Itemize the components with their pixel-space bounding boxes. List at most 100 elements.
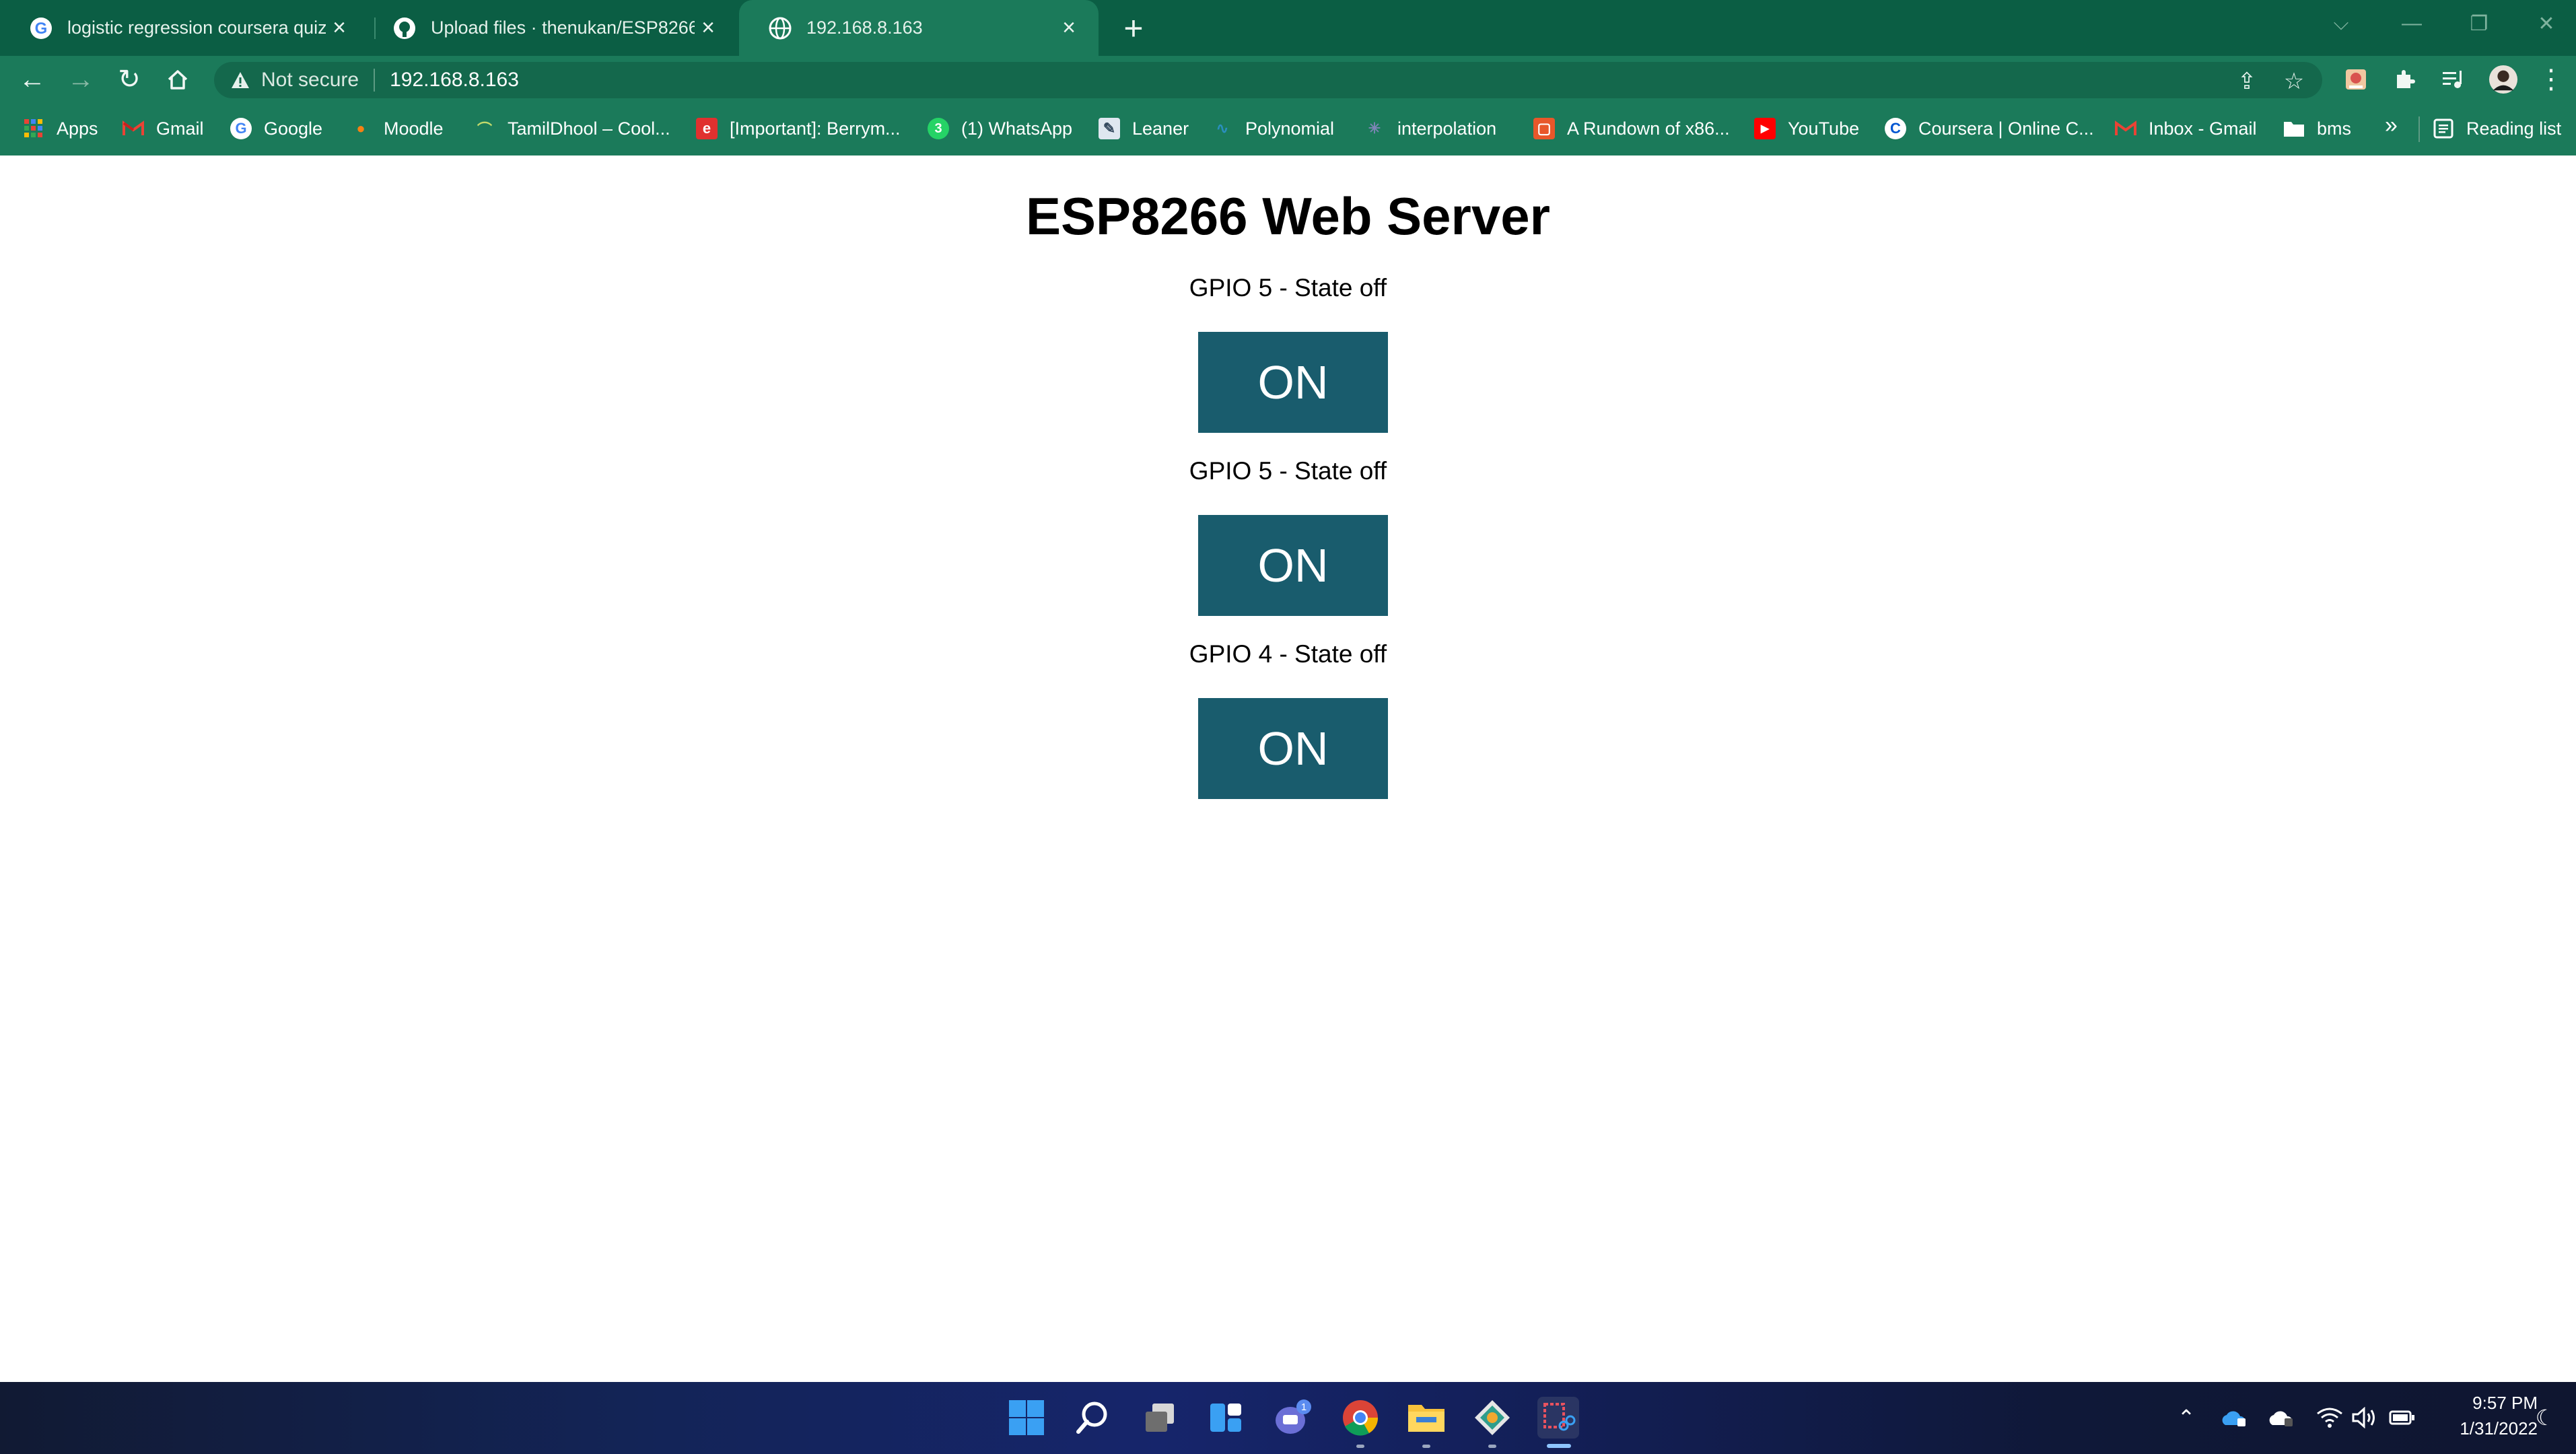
- bookmark-gmail[interactable]: Gmail: [123, 115, 204, 142]
- bookmarks-divider: [2418, 116, 2420, 142]
- avatar[interactable]: [2488, 65, 2518, 94]
- google-g-icon: G: [30, 17, 53, 40]
- home-icon[interactable]: [163, 65, 193, 94]
- web-page: ESP8266 Web Server GPIO 5 - State off ON…: [0, 155, 2576, 1382]
- star-icon[interactable]: ☆: [2281, 68, 2307, 95]
- chrome-icon[interactable]: [1339, 1397, 1381, 1439]
- bookmarks-bar: Apps Gmail G Google ● Moodle ⌒ TamilDhoo…: [0, 103, 2576, 155]
- bookmark-youtube[interactable]: ▶ YouTube: [1754, 115, 1859, 142]
- tab-logistic-regression[interactable]: G logistic regression coursera quiz ×: [0, 0, 369, 56]
- browser-toolbar: ← → ↻ Not secure 192.168.8.163 ⇪ ☆ ⋮: [0, 56, 2576, 103]
- gpio-on-button[interactable]: ON: [1198, 332, 1388, 433]
- menu-kebab-icon[interactable]: ⋮: [2536, 65, 2566, 94]
- folder-icon: [2283, 118, 2305, 139]
- close-icon[interactable]: ×: [1055, 15, 1082, 42]
- bookmark-label: Apps: [57, 118, 98, 139]
- snipping-tool-icon[interactable]: [1537, 1397, 1579, 1439]
- search-icon[interactable]: [1072, 1397, 1113, 1439]
- focus-moon-icon[interactable]: ☾: [2530, 1402, 2561, 1433]
- wifi-icon[interactable]: [2314, 1402, 2345, 1433]
- bookmark-leaner[interactable]: ✎ Leaner: [1099, 115, 1189, 142]
- bookmark-moodle[interactable]: ● Moodle: [350, 115, 443, 142]
- svg-text:G: G: [35, 20, 48, 38]
- gmail-icon: [123, 118, 144, 139]
- battery-icon[interactable]: [2387, 1402, 2418, 1433]
- page-title: ESP8266 Web Server: [1025, 186, 1551, 246]
- bookmark-folder-bms[interactable]: bms: [2283, 115, 2351, 142]
- e-icon: e: [696, 118, 718, 139]
- bookmark-label: Polynomial: [1245, 118, 1335, 139]
- teams-badge: 1: [1301, 1401, 1307, 1413]
- tab-title: 192.168.8.163: [806, 18, 923, 38]
- address-bar[interactable]: Not secure 192.168.8.163 ⇪ ☆: [214, 62, 2322, 98]
- bookmark-label: Leaner: [1132, 118, 1189, 139]
- active-app-indicator: [1547, 1444, 1571, 1448]
- interpolation-icon: ✳: [1368, 120, 1381, 137]
- bookmark-rundown[interactable]: ▢ A Rundown of x86...: [1533, 115, 1730, 142]
- arduino-icon[interactable]: [1471, 1397, 1513, 1439]
- reload-icon[interactable]: ↻: [114, 65, 144, 94]
- address-divider: [374, 69, 376, 92]
- running-indicator: [1422, 1445, 1430, 1448]
- teams-chat-icon[interactable]: 1: [1272, 1397, 1314, 1439]
- bookmark-label: Inbox - Gmail: [2149, 118, 2257, 139]
- clock[interactable]: 9:57 PM 1/31/2022: [2416, 1390, 2538, 1441]
- gpio-on-button[interactable]: ON: [1198, 698, 1388, 799]
- bookmark-tamildhool[interactable]: ⌒ TamilDhool – Cool...: [474, 115, 670, 142]
- reading-list-label: Reading list: [2466, 118, 2562, 139]
- onedrive-icon[interactable]: [2219, 1402, 2250, 1433]
- warning-icon[interactable]: [229, 69, 252, 92]
- security-label[interactable]: Not secure: [261, 69, 359, 92]
- running-indicator: [1488, 1445, 1496, 1448]
- reading-list-button[interactable]: Reading list: [2433, 115, 2561, 142]
- file-explorer-icon[interactable]: [1405, 1397, 1447, 1439]
- bookmark-label: (1) WhatsApp: [961, 118, 1073, 139]
- gpio-on-button[interactable]: ON: [1198, 515, 1388, 616]
- whatsapp-icon: 3: [928, 118, 949, 139]
- forward-arrow-icon[interactable]: →: [66, 65, 96, 94]
- bookmark-label: [Important]: Berrym...: [730, 118, 901, 139]
- close-window-icon[interactable]: ✕: [2521, 0, 2572, 47]
- running-indicator: [1356, 1445, 1364, 1448]
- tab-title: logistic regression coursera quiz: [67, 18, 326, 38]
- task-view-icon[interactable]: [1139, 1397, 1181, 1439]
- back-arrow-icon[interactable]: ←: [18, 65, 47, 94]
- bookmark-interpolation[interactable]: ✳ interpolation: [1364, 115, 1496, 142]
- close-icon[interactable]: ×: [326, 15, 353, 42]
- close-icon[interactable]: ×: [695, 15, 722, 42]
- tab-upload-files[interactable]: Upload files · thenukan/ESP8266 ×: [363, 0, 738, 56]
- start-icon[interactable]: [1006, 1397, 1047, 1439]
- bookmark-google[interactable]: G Google: [230, 115, 322, 142]
- url-text[interactable]: 192.168.8.163: [390, 69, 519, 92]
- clock-time: 9:57 PM: [2472, 1393, 2538, 1413]
- speaker-icon[interactable]: [2349, 1402, 2380, 1433]
- bookmark-label: bms: [2317, 118, 2352, 139]
- bookmark-label: Google: [264, 118, 323, 139]
- share-icon[interactable]: ⇪: [2233, 68, 2260, 95]
- minimize-icon[interactable]: —: [2386, 0, 2437, 47]
- tab-esp-server[interactable]: 192.168.8.163 ×: [739, 0, 1099, 56]
- youtube-icon: ▶: [1754, 118, 1776, 139]
- bookmark-label: YouTube: [1788, 118, 1860, 139]
- cloud-sync-icon[interactable]: [2266, 1402, 2297, 1433]
- bookmark-whatsapp[interactable]: 3 (1) WhatsApp: [928, 115, 1072, 142]
- restore-icon[interactable]: ❐: [2453, 0, 2505, 47]
- media-queue-icon[interactable]: [2438, 65, 2468, 94]
- extension-icon[interactable]: [2341, 65, 2371, 94]
- bookmark-label: Coursera | Online C...: [1918, 118, 2094, 139]
- widgets-icon[interactable]: [1205, 1397, 1247, 1439]
- bookmark-inbox-gmail[interactable]: Inbox - Gmail: [2115, 115, 2257, 142]
- tab-search-icon[interactable]: ⌵: [2316, 0, 2367, 47]
- puzzle-extensions-icon[interactable]: [2390, 65, 2419, 94]
- bookmark-label: Gmail: [156, 118, 204, 139]
- apps-grid-icon: [23, 118, 44, 139]
- bookmarks-overflow-button[interactable]: »: [2385, 112, 2398, 139]
- bookmark-polynomial[interactable]: ∿ Polynomial: [1212, 115, 1334, 142]
- chevron-up-icon[interactable]: ⌃: [2171, 1402, 2202, 1433]
- new-tab-button[interactable]: +: [1116, 9, 1151, 47]
- bookmark-important[interactable]: e [Important]: Berrym...: [696, 115, 901, 142]
- polynomial-icon: ∿: [1216, 120, 1229, 137]
- bookmark-apps[interactable]: Apps: [23, 115, 98, 142]
- globe-icon: [769, 17, 792, 40]
- bookmark-coursera[interactable]: C Coursera | Online C...: [1885, 115, 2094, 142]
